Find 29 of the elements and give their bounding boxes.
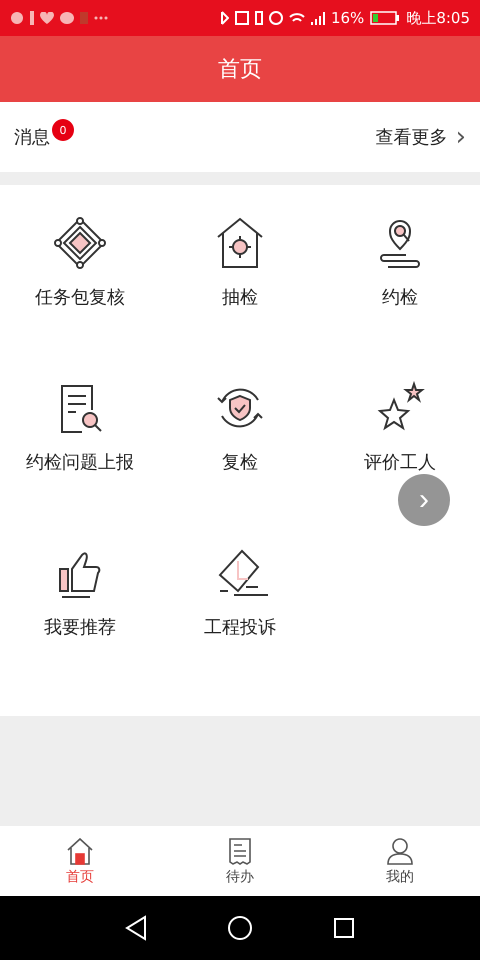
back-icon[interactable] (125, 915, 147, 941)
feature-label: 任务包复核 (35, 286, 125, 309)
feature-label: 我要推荐 (44, 616, 116, 639)
feature-label: 工程投诉 (204, 616, 276, 639)
tab-bar-item[interactable]: 待办 (160, 826, 320, 896)
chevron-icon: › (456, 124, 466, 150)
recents-icon[interactable] (333, 917, 355, 939)
home-circle-icon[interactable] (227, 915, 253, 941)
more-icon (94, 16, 108, 20)
feature-label: 复检 (222, 451, 258, 474)
tab-bar-item[interactable]: 首页 (0, 826, 160, 896)
diamond-icon (52, 215, 108, 271)
see-more-link[interactable]: 查看更多 (376, 125, 448, 149)
tab-bar-item[interactable]: 我的 (320, 826, 480, 896)
page-title: 首页 (218, 56, 262, 84)
heart-icon (40, 12, 54, 24)
feature-label: 评价工人 (364, 451, 436, 474)
feature-label: 约检问题上报 (26, 451, 134, 474)
battery-percent: 16% (330, 9, 364, 27)
signal-icon (310, 11, 325, 25)
clock: 晚上8:05 (406, 8, 470, 28)
feature-label: 约检 (382, 286, 418, 309)
wifi-icon (288, 13, 305, 23)
message-count-badge: 0 (52, 119, 74, 141)
feature-label: 抽检 (222, 286, 258, 309)
person-icon (385, 836, 415, 866)
home-icon (65, 836, 95, 866)
messages-label: 消息 (14, 126, 50, 149)
battery-icon (370, 10, 400, 26)
